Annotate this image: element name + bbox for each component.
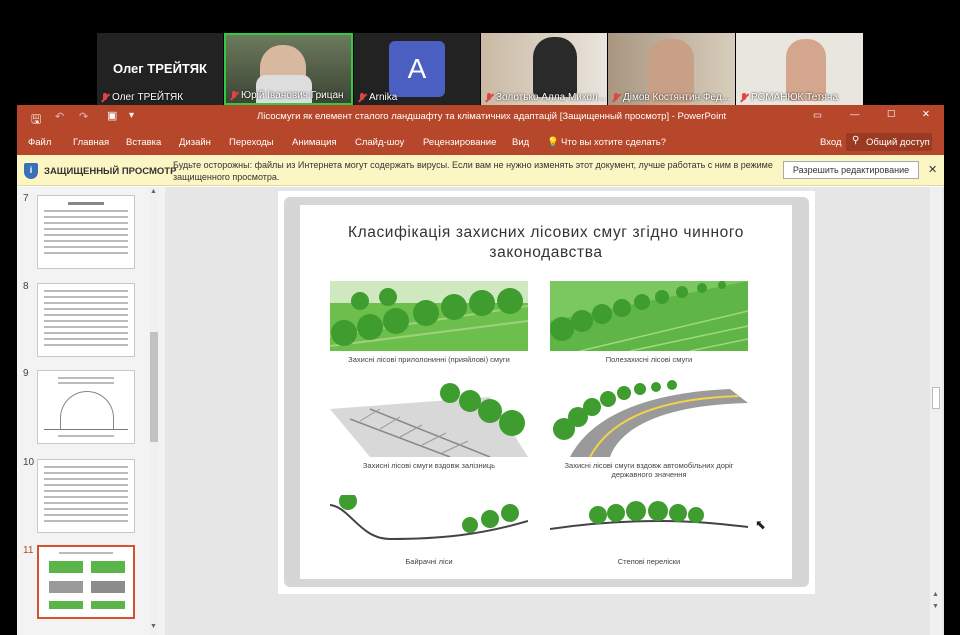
mic-muted-icon [101,93,109,102]
participant-tile[interactable]: Олег ТРЕЙТЯК Олег ТРЕЙТЯК [97,33,223,105]
mic-muted-icon [230,91,238,100]
caption-riparian: Захисні лісові прилолонинні (прияйлові) … [348,355,510,364]
mic-muted-icon [612,93,620,102]
share-label: Общий доступ [866,137,930,148]
riparian-forest-image [330,281,528,351]
participant-name: Юрій Іванович Грицан [230,90,344,101]
scroll-down-icon[interactable]: ▼ [150,623,157,630]
ribbon-tabs: Файл Главная Вставка Дизайн Переходы Ани… [17,129,944,155]
panel-scrollbar[interactable]: ▲ ▼ [149,187,159,635]
slide-number: 9 [23,368,29,379]
undo-icon[interactable]: ↶ [55,110,64,123]
tab-file[interactable]: Файл [28,137,51,148]
close-banner-icon[interactable]: ✕ [928,163,937,176]
participant-display-name: Олег ТРЕЙТЯК [113,61,207,76]
tab-view[interactable]: Вид [512,137,529,148]
maximize-icon[interactable]: ☐ [887,109,896,120]
caption-ravine: Байрачні ліси [405,557,453,566]
tell-me-search[interactable]: Что вы хотите сделать? [561,137,666,148]
slide-content: Класифікація захисних лісових смуг згідн… [300,205,792,579]
participant-tile[interactable]: РОМАНЮК Тетяна [736,33,863,105]
tell-me-icon[interactable]: 💡 [547,137,559,148]
participant-name: РОМАНЮК Тетяна [740,92,838,103]
enable-editing-button[interactable]: Разрешить редактирование [783,161,919,179]
mic-muted-icon [358,93,366,102]
field-windbreak-image [550,281,748,351]
caption-steppe: Степові переліски [617,557,681,566]
tab-insert[interactable]: Вставка [126,137,161,148]
shield-icon: i [24,163,38,179]
highway-belt-image [553,380,748,457]
mic-muted-icon [485,93,493,102]
slide-thumbnail[interactable] [37,370,135,444]
customize-qat-icon[interactable]: ▾ [129,110,134,121]
tab-slideshow[interactable]: Слайд-шоу [355,137,404,148]
participant-video [533,37,577,97]
protected-view-message: Будьте осторожны: файлы из Интернета мог… [173,160,773,182]
participants-strip: Олег ТРЕЙТЯК Олег ТРЕЙТЯК Юрій Іванович … [97,33,863,105]
minimize-icon[interactable]: — [850,109,860,120]
railway-belt-image [330,383,528,457]
slide-number: 10 [23,457,35,468]
window-title: Лісосмуги як елемент сталого ландшафту т… [257,111,727,122]
slide-thumbnail[interactable] [37,283,135,357]
title-bar: 🖫 ↶ ↷ ▣ ▾ Лісосмуги як елемент сталого л… [17,105,944,129]
slide-number: 8 [23,281,29,292]
participant-name: Олег ТРЕЙТЯК [101,92,183,103]
slide-canvas[interactable]: Класифікація захисних лісових смуг згідн… [278,191,815,594]
participant-tile[interactable]: A Arnika [354,33,480,105]
save-icon[interactable]: 🖫 [31,110,41,131]
caption-field-windbreak: Полезахисні лісові смуги [605,355,693,364]
slide-editor: Класифікація захисних лісових смуг згідн… [165,187,944,635]
participant-name: Дімов Костянтин Фед... [612,92,730,103]
participant-name: Золотько Алла Микол... [485,92,606,103]
mouse-cursor-icon: ⬉ [755,517,766,532]
tab-design[interactable]: Дизайн [179,137,211,148]
slides-panel: 7 8 9 10 11 ▲ ▼ [17,187,165,635]
editor-scrollbar[interactable]: ▲ ▼ [930,187,942,635]
share-button[interactable]: ⚲ Общий доступ [846,133,932,151]
powerpoint-window: 🖫 ↶ ↷ ▣ ▾ Лісосмуги як елемент сталого л… [17,105,944,635]
ravine-forest-image [330,495,528,541]
redo-icon[interactable]: ↷ [79,110,88,123]
caption-railway: Захисні лісові смуги вздовж залізниць [362,461,496,470]
close-icon[interactable]: ✕ [922,109,930,120]
avatar: A [389,41,445,97]
previous-slide-icon[interactable]: ▲ [932,591,939,598]
participant-tile-active[interactable]: Юрій Іванович Грицан [224,33,353,105]
scroll-up-icon[interactable]: ▲ [150,188,157,195]
participant-tile[interactable]: Золотько Алла Микол... [481,33,607,105]
mic-muted-icon [740,93,748,102]
slide-thumbnail-selected[interactable] [37,545,135,619]
scrollbar-thumb[interactable] [150,332,158,442]
next-slide-icon[interactable]: ▼ [932,603,939,610]
signin-link[interactable]: Вход [820,137,842,148]
tab-animations[interactable]: Анимация [292,137,337,148]
tab-review[interactable]: Рецензирование [423,137,496,148]
person-icon: ⚲ [852,135,860,146]
slide-thumbnail[interactable] [37,459,135,533]
ribbon-display-icon[interactable]: ▭ [813,110,822,121]
participant-name: Arnika [358,92,397,103]
caption-highway: Захисні лісові смуги вздовж автомобільни… [564,461,734,479]
scrollbar-thumb[interactable] [932,387,940,409]
slide-frame: Класифікація захисних лісових смуг згідн… [284,197,809,587]
protected-view-bar: i ЗАЩИЩЕННЫЙ ПРОСМОТР Будьте осторожны: … [17,155,944,186]
tab-transitions[interactable]: Переходы [229,137,274,148]
participant-tile[interactable]: Дімов Костянтин Фед... [608,33,735,105]
slide-thumbnail[interactable] [37,195,135,269]
steppe-copse-image [550,501,748,530]
protected-view-label: ЗАЩИЩЕННЫЙ ПРОСМОТР [44,166,177,177]
slide-title: Класифікація захисних лісових смуг згідн… [347,224,745,261]
slide-number-selected: 11 [23,545,34,556]
slide-number: 7 [23,193,29,204]
tab-home[interactable]: Главная [73,137,109,148]
presentation-icon[interactable]: ▣ [107,109,117,122]
